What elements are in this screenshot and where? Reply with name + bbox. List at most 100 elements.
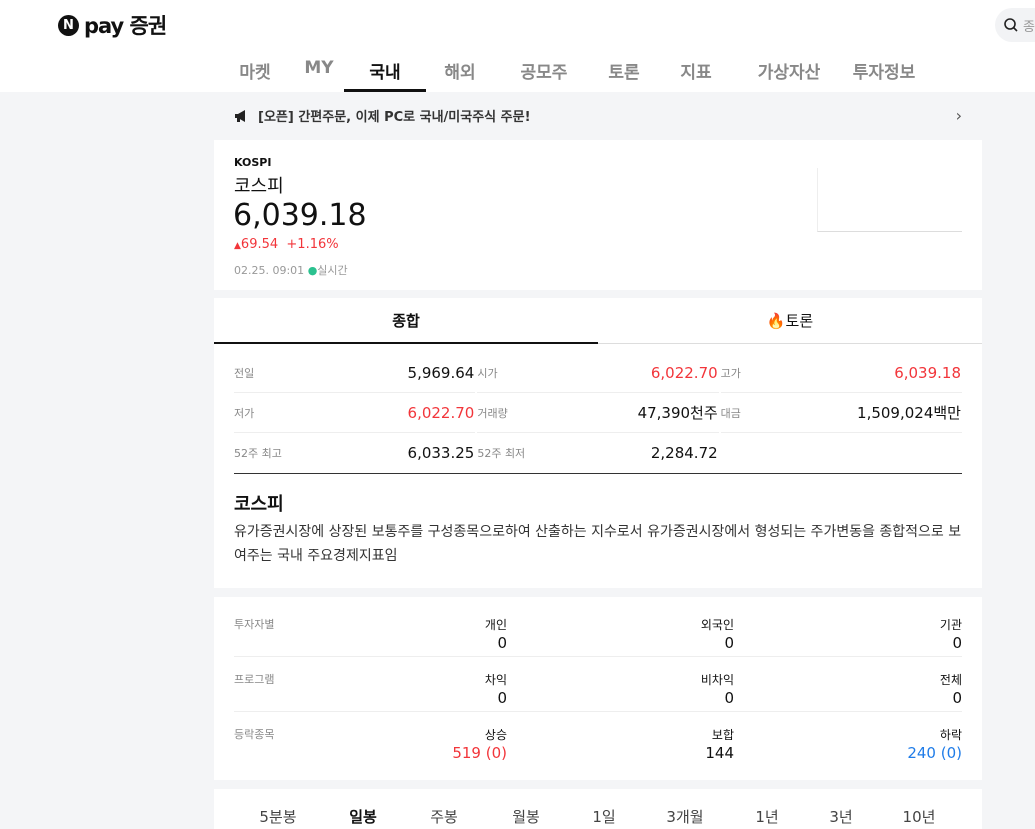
investor-col-value: 0 [952, 634, 962, 652]
live-status: 실시간 [317, 264, 348, 277]
stats-row: 전일 5,969.64 시가 6,022.70 고가 6,039.18 [234, 353, 962, 393]
investor-col-value: 0 [497, 689, 507, 707]
investor-col: 차익 0 [485, 671, 507, 707]
stats-row: 52주 최고 6,033.25 52주 최저 2,284.72 [234, 433, 962, 473]
investor-col-header: 상승 [484, 728, 507, 742]
chevron-right-icon[interactable]: › [956, 106, 962, 125]
nav-tab-8[interactable]: 투자정보 [844, 58, 924, 92]
search-input[interactable]: 종 [995, 8, 1035, 42]
nav-tab-0[interactable]: 마켓 [220, 58, 290, 92]
timestamp: 02.25. 09:01 [234, 264, 305, 277]
overview-panel: 종합 🔥 토론 전일 5,969.64 시가 6,022.70 고가 6,039.18 저가 6… [214, 298, 982, 588]
divider [234, 473, 962, 474]
investor-col-header: 기관 [939, 618, 962, 632]
change-value: 69.54 [240, 237, 279, 252]
investor-col-value: 0 [497, 634, 507, 652]
description-title: 코스피 [234, 494, 284, 515]
nav-tab-3[interactable]: 해외 [422, 58, 498, 92]
investor-col: 외국인 0 [701, 616, 734, 652]
investor-col-header: 하락 [939, 728, 962, 742]
investor-panel: 투자자별 개인 0 외국인 0 기관 0 프로그램 차익 0 비차익 0 전체 0 등락종목 상승 519 (0… [214, 597, 982, 780]
stat-value: 47,390천주 [637, 404, 718, 422]
stat-label: 시가 [477, 366, 498, 380]
index-summary: KOSPI 코스피 6,039.18 ▲69.54 +1.16% 02.25. … [214, 140, 982, 290]
investor-col-value: 519 (0) [452, 744, 507, 762]
stat-value: 6,033.25 [407, 444, 475, 462]
stat-value: 6,022.70 [407, 403, 475, 422]
stat-value: 6,039.18 [894, 363, 961, 382]
investor-row-label: 프로그램 [234, 673, 275, 686]
tab-label: 종합 [392, 311, 420, 330]
description-text: 유가증권시장에 상장된 보통주를 구성종목으로하여 산출하는 지수로서 유가증권… [234, 524, 962, 564]
stat-cell: 52주 최저 2,284.72 [477, 433, 718, 473]
investor-col-header: 개인 [484, 618, 507, 632]
stat-value: 6,022.70 [650, 363, 718, 382]
investor-col: 전체 0 [940, 671, 962, 707]
search-icon [1004, 18, 1018, 32]
tab-discussion[interactable]: 🔥 토론 [598, 298, 982, 344]
investor-col: 보합 144 [705, 726, 734, 762]
mini-chart [817, 168, 962, 232]
main-nav: 마켓 MY 국내 해외 공모주 토론 지표 가상자산 투자정보 [220, 58, 924, 92]
index-code: KOSPI [234, 156, 272, 169]
fire-icon: 🔥 [766, 311, 786, 330]
nav-tab-5[interactable]: 토론 [590, 58, 658, 92]
investor-row: 투자자별 개인 0 외국인 0 기관 0 [234, 602, 962, 657]
stat-cell: 전일 5,969.64 [234, 353, 476, 393]
stat-label: 전일 [234, 366, 255, 380]
investor-col-value: 0 [724, 689, 734, 707]
stat-value: 1,509,024백만 [857, 404, 961, 422]
stat-value: 2,284.72 [650, 444, 718, 462]
stats-row: 저가 6,022.70 거래량 47,390천주 대금 1,509,024백만 [234, 393, 962, 433]
index-price: 6,039.18 [233, 198, 367, 233]
logo-text: pay 증권 [84, 14, 167, 38]
investor-col-header: 비차익 [700, 673, 734, 687]
investor-col-value: 0 [724, 634, 734, 652]
stat-label: 52주 최고 [234, 447, 282, 460]
investor-row-label: 투자자별 [234, 618, 275, 631]
nav-tab-4[interactable]: 공모주 [498, 58, 590, 92]
investor-col: 하락 240 (0) [907, 726, 962, 762]
nav-tab-6[interactable]: 지표 [658, 58, 734, 92]
index-name: 코스피 [234, 176, 284, 197]
investor-col-value: 0 [952, 689, 962, 707]
change-percent: +1.16% [286, 237, 339, 252]
investor-col: 상승 519 (0) [452, 726, 507, 762]
investor-col: 개인 0 [485, 616, 507, 652]
up-triangle-icon: ▲ [234, 241, 241, 251]
live-dot-icon: ● [307, 264, 318, 277]
stat-cell: 대금 1,509,024백만 [720, 393, 962, 433]
nav-tab-7[interactable]: 가상자산 [734, 58, 844, 92]
logo[interactable]: N pay 증권 [58, 10, 167, 40]
investor-col: 비차익 0 [701, 671, 734, 707]
investor-col: 기관 0 [940, 616, 962, 652]
stat-label: 저가 [234, 406, 255, 420]
search-placeholder: 종 [1023, 19, 1035, 35]
stat-cell: 고가 6,039.18 [720, 353, 962, 393]
nav-tab-2[interactable]: 국내 [344, 58, 426, 92]
investor-col-header: 보합 [711, 728, 734, 742]
tab-overview[interactable]: 종합 [214, 298, 598, 344]
stat-cell: 52주 최고 6,033.25 [234, 433, 475, 473]
stat-label: 거래량 [477, 406, 508, 420]
stat-cell: 거래량 47,390천주 [477, 393, 719, 433]
notice-banner[interactable]: [오픈] 간편주문, 이제 PC로 국내/미국주식 주문! › [214, 92, 982, 139]
stats-grid: 전일 5,969.64 시가 6,022.70 고가 6,039.18 저가 6,022.70… [234, 353, 962, 473]
investor-col-header: 전체 [939, 673, 962, 687]
index-change: ▲69.54 +1.16% [234, 237, 339, 252]
index-timestamp: 02.25. 09:01 ●실시간 [234, 262, 348, 278]
stat-label: 고가 [720, 366, 741, 380]
stat-cell [721, 433, 962, 473]
investor-row: 등락종목 상승 519 (0) 보합 144 하락 240 (0) [234, 712, 962, 767]
stat-label: 대금 [720, 406, 741, 420]
header: N pay 증권 종 마켓 MY 국내 해외 공모주 토론 지표 가상자산 투자정보 [0, 0, 1035, 92]
investor-col-header: 외국인 [700, 618, 734, 632]
megaphone-icon [235, 109, 245, 122]
investor-col-value: 144 [705, 744, 734, 762]
nav-tab-1[interactable]: MY [290, 58, 348, 92]
investor-col-value: 240 (0) [907, 744, 962, 762]
stat-cell: 시가 6,022.70 [477, 353, 719, 393]
investor-row-label: 등락종목 [234, 728, 275, 741]
tab-label: 토론 [785, 312, 814, 330]
stat-cell: 저가 6,022.70 [234, 393, 476, 433]
